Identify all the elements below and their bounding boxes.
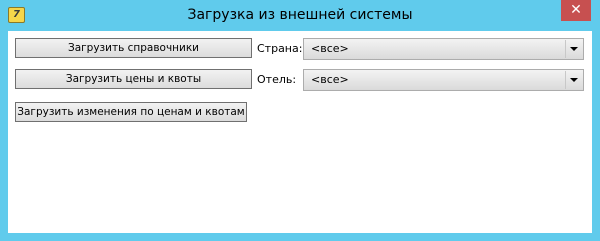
hotel-label: Отель: <box>257 73 297 86</box>
window-title: Загрузка из внешней системы <box>187 7 413 23</box>
load-prices-quotas-button[interactable]: Загрузить цены и квоты <box>15 69 252 89</box>
close-icon: ✕ <box>570 2 582 18</box>
country-label: Страна: <box>257 42 303 55</box>
country-select-value: <все> <box>311 42 349 55</box>
close-button[interactable]: ✕ <box>561 0 591 21</box>
hotel-select-value: <все> <box>311 73 349 86</box>
load-references-button[interactable]: Загрузить справочники <box>15 38 252 58</box>
combo-divider <box>565 71 566 89</box>
country-select[interactable]: <все> <box>303 38 584 60</box>
title-bar[interactable]: 7 Загрузка из внешней системы ✕ <box>0 0 600 30</box>
combo-divider <box>565 40 566 58</box>
chevron-down-icon[interactable] <box>570 78 578 82</box>
chevron-down-icon[interactable] <box>570 47 578 51</box>
client-area: Загрузить справочники Загрузить цены и к… <box>8 31 592 233</box>
hotel-select[interactable]: <все> <box>303 69 584 91</box>
app-window: 7 Загрузка из внешней системы ✕ Загрузит… <box>0 0 600 241</box>
load-changes-button[interactable]: Загрузить изменения по ценам и квотам <box>15 102 247 122</box>
